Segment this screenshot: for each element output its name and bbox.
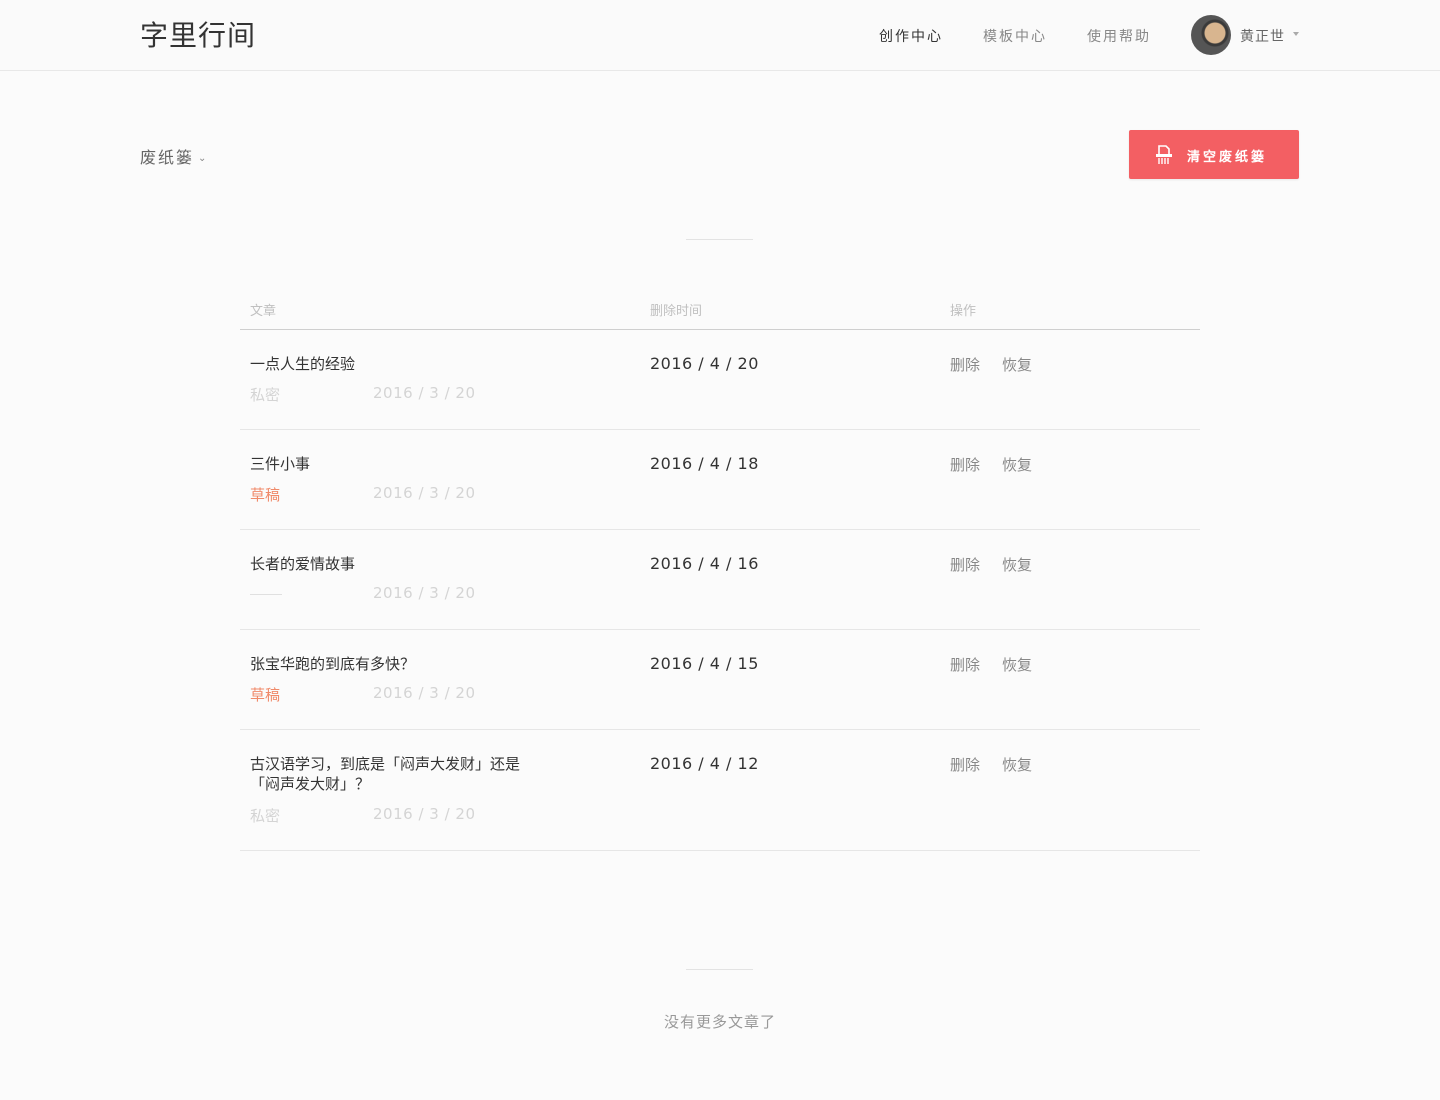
- trash-table: 文章 删除时间 操作 一点人生的经验 私密 2016 / 3 / 20 2016…: [240, 290, 1200, 851]
- article-title[interactable]: 长者的爱情故事: [250, 554, 520, 574]
- user-name[interactable]: 黄正世: [1240, 26, 1285, 46]
- table-row: 长者的爱情故事 2016 / 3 / 20 2016 / 4 / 16 删除 恢…: [240, 530, 1200, 630]
- avatar[interactable]: [1191, 15, 1231, 55]
- restore-button[interactable]: 恢复: [1002, 754, 1032, 775]
- folder-label: 废纸篓: [140, 148, 195, 167]
- nav-creation-center[interactable]: 创作中心: [879, 26, 943, 46]
- article-status: [250, 594, 282, 595]
- article-created-date: 2016 / 3 / 20: [373, 584, 476, 602]
- caret-down-icon[interactable]: [1293, 32, 1299, 36]
- delete-button[interactable]: 删除: [950, 754, 980, 775]
- footer-divider: [686, 969, 753, 970]
- article-created-date: 2016 / 3 / 20: [373, 384, 476, 402]
- no-more-articles-text: 没有更多文章了: [663, 1013, 776, 1031]
- restore-button[interactable]: 恢复: [1002, 354, 1032, 375]
- column-header-article: 文章: [250, 304, 277, 319]
- article-status: 私密: [250, 386, 281, 404]
- restore-button[interactable]: 恢复: [1002, 654, 1032, 675]
- folder-selector[interactable]: 废纸篓 ⌄: [140, 144, 208, 168]
- top-navbar: 字里行间 创作中心 模板中心 使用帮助 黄正世: [0, 0, 1440, 71]
- delete-button[interactable]: 删除: [950, 454, 980, 475]
- table-row: 三件小事 草稿 2016 / 3 / 20 2016 / 4 / 18 删除 恢…: [240, 430, 1200, 530]
- article-status: 草稿: [250, 686, 281, 704]
- delete-button[interactable]: 删除: [950, 654, 980, 675]
- delete-button[interactable]: 删除: [950, 354, 980, 375]
- restore-button[interactable]: 恢复: [1002, 454, 1032, 475]
- article-status: 草稿: [250, 486, 281, 504]
- shredder-icon: [1156, 145, 1172, 164]
- site-logo[interactable]: 字里行间: [140, 14, 256, 54]
- column-header-deleted-time: 删除时间: [650, 304, 703, 319]
- section-divider: [686, 239, 753, 240]
- article-deleted-date: 2016 / 4 / 16: [650, 554, 759, 573]
- table-row: 张宝华跑的到底有多快？ 草稿 2016 / 3 / 20 2016 / 4 / …: [240, 630, 1200, 730]
- table-row: 古汉语学习，到底是「闷声大发财」还是「闷声发大财」？ 私密 2016 / 3 /…: [240, 730, 1200, 851]
- article-created-date: 2016 / 3 / 20: [373, 684, 476, 702]
- restore-button[interactable]: 恢复: [1002, 554, 1032, 575]
- nav-help[interactable]: 使用帮助: [1087, 26, 1151, 46]
- article-created-date: 2016 / 3 / 20: [373, 484, 476, 502]
- article-title[interactable]: 三件小事: [250, 454, 520, 474]
- article-status: 私密: [250, 807, 281, 825]
- chevron-down-icon: ⌄: [198, 153, 209, 164]
- empty-trash-label: 清空废纸篓: [1187, 150, 1268, 165]
- article-title[interactable]: 张宝华跑的到底有多快？: [250, 654, 520, 674]
- article-created-date: 2016 / 3 / 20: [373, 805, 476, 823]
- column-header-actions: 操作: [950, 304, 977, 319]
- article-deleted-date: 2016 / 4 / 12: [650, 754, 759, 773]
- article-deleted-date: 2016 / 4 / 18: [650, 454, 759, 473]
- article-deleted-date: 2016 / 4 / 15: [650, 654, 759, 673]
- nav-template-center[interactable]: 模板中心: [983, 26, 1047, 46]
- article-title[interactable]: 古汉语学习，到底是「闷声大发财」还是「闷声发大财」？: [250, 754, 520, 794]
- article-deleted-date: 2016 / 4 / 20: [650, 354, 759, 373]
- article-title[interactable]: 一点人生的经验: [250, 354, 520, 374]
- delete-button[interactable]: 删除: [950, 554, 980, 575]
- empty-trash-button[interactable]: 清空废纸篓: [1129, 130, 1299, 179]
- table-header: 文章 删除时间 操作: [240, 290, 1200, 330]
- table-row: 一点人生的经验 私密 2016 / 3 / 20 2016 / 4 / 20 删…: [240, 330, 1200, 430]
